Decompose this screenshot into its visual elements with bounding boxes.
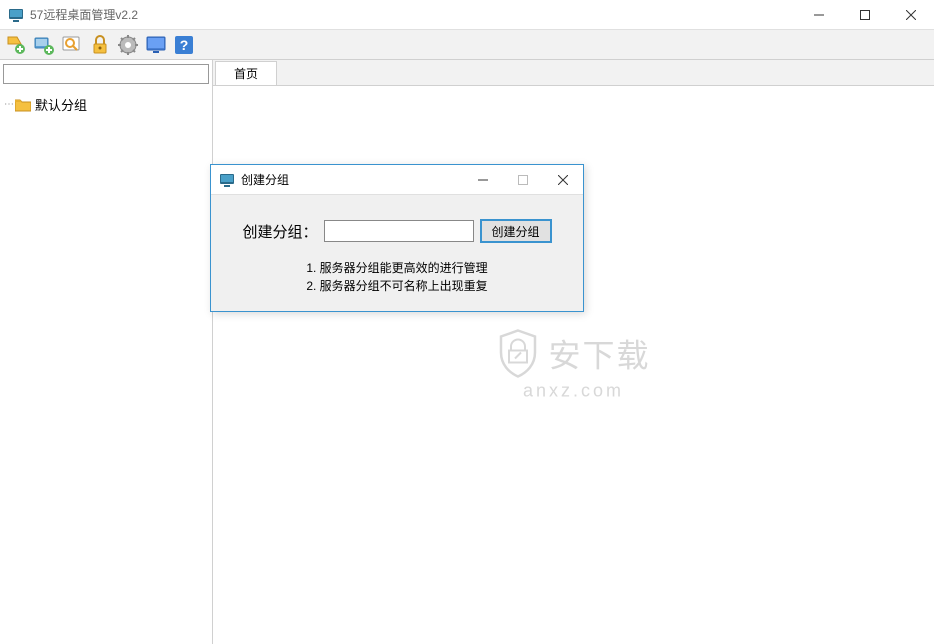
watermark-text: 安下载 bbox=[548, 331, 650, 377]
tab-bar: 首页 bbox=[213, 60, 934, 86]
dialog-title: 创建分组 bbox=[241, 171, 463, 188]
create-group-dialog: 创建分组 创建分组： 创建分组 1. 服务器分组能更高效的进行管理 2. 服务器… bbox=[210, 164, 584, 312]
window-controls bbox=[796, 0, 934, 30]
close-button[interactable] bbox=[888, 0, 934, 30]
tree-connector: ⋯ bbox=[4, 99, 13, 110]
settings-button[interactable] bbox=[115, 32, 141, 58]
folder-icon bbox=[15, 98, 31, 112]
group-name-label: 创建分组： bbox=[242, 221, 317, 242]
dialog-icon bbox=[219, 172, 235, 188]
tab-label: 首页 bbox=[234, 65, 258, 82]
dialog-controls bbox=[463, 166, 583, 194]
form-row: 创建分组： 创建分组 bbox=[231, 219, 563, 243]
group-name-input[interactable] bbox=[324, 220, 474, 242]
svg-text:?: ? bbox=[180, 37, 189, 53]
window-title: 57远程桌面管理v2.2 bbox=[30, 6, 796, 23]
tree-item-default-group[interactable]: ⋯ 默认分组 bbox=[4, 93, 208, 116]
dialog-close-button[interactable] bbox=[543, 166, 583, 194]
group-tree: ⋯ 默认分组 bbox=[0, 87, 212, 644]
dialog-hints: 1. 服务器分组能更高效的进行管理 2. 服务器分组不可名称上出现重复 bbox=[231, 259, 563, 295]
toolbar: ? bbox=[0, 30, 934, 60]
dialog-minimize-button[interactable] bbox=[463, 166, 503, 194]
maximize-button[interactable] bbox=[842, 0, 888, 30]
shield-icon bbox=[496, 329, 538, 379]
dialog-titlebar: 创建分组 bbox=[211, 165, 583, 195]
main-titlebar: 57远程桌面管理v2.2 bbox=[0, 0, 934, 30]
dialog-body: 创建分组： 创建分组 1. 服务器分组能更高效的进行管理 2. 服务器分组不可名… bbox=[211, 195, 583, 311]
app-icon bbox=[8, 7, 24, 23]
search-button[interactable] bbox=[59, 32, 85, 58]
create-group-button[interactable]: 创建分组 bbox=[480, 219, 552, 243]
watermark-subtext: anxz.com bbox=[496, 381, 650, 402]
dialog-maximize-button bbox=[503, 166, 543, 194]
monitor-button[interactable] bbox=[143, 32, 169, 58]
hint-line-2: 2. 服务器分组不可名称上出现重复 bbox=[231, 277, 563, 295]
tree-item-label: 默认分组 bbox=[35, 95, 87, 114]
add-host-button[interactable] bbox=[3, 32, 29, 58]
content-area: 首页 安下载 anxz.com bbox=[213, 60, 934, 644]
lock-button[interactable] bbox=[87, 32, 113, 58]
main-area: ⋯ 默认分组 首页 安下载 anxz.com bbox=[0, 60, 934, 644]
sidebar-search-input[interactable] bbox=[3, 64, 209, 84]
hint-line-1: 1. 服务器分组能更高效的进行管理 bbox=[231, 259, 563, 277]
sidebar: ⋯ 默认分组 bbox=[0, 60, 213, 644]
tab-home[interactable]: 首页 bbox=[215, 61, 277, 85]
add-group-button[interactable] bbox=[31, 32, 57, 58]
watermark: 安下载 anxz.com bbox=[496, 329, 650, 402]
help-button[interactable]: ? bbox=[171, 32, 197, 58]
minimize-button[interactable] bbox=[796, 0, 842, 30]
